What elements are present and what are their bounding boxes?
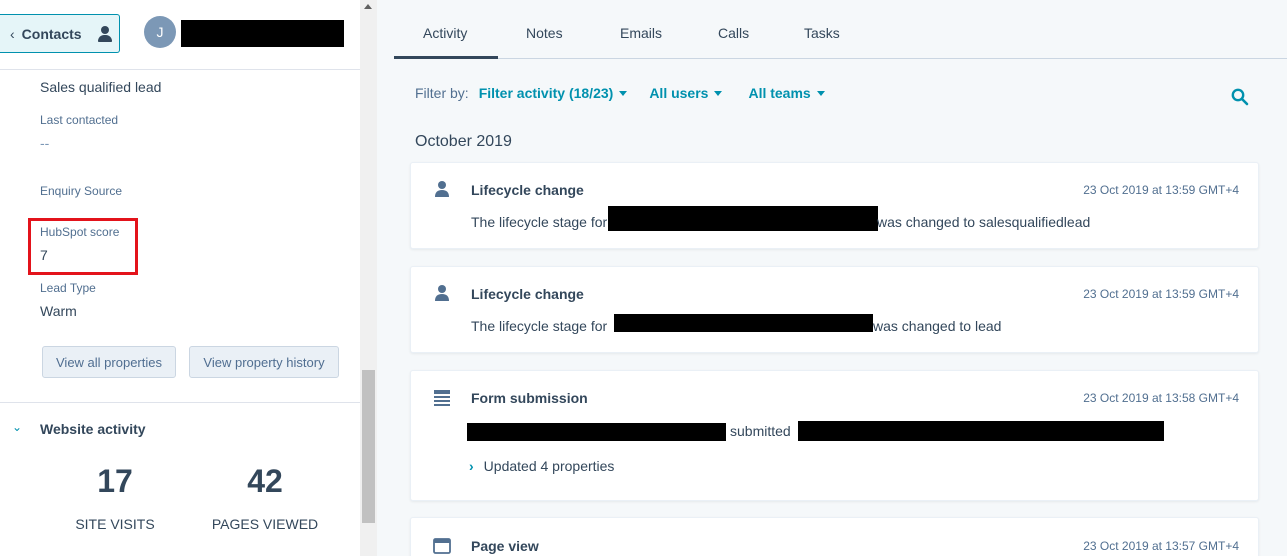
card-title: Page view [471, 538, 539, 554]
caret-down-icon [816, 90, 825, 96]
all-users-dropdown[interactable]: All users [649, 85, 723, 101]
pages-viewed-value: 42 [247, 463, 283, 499]
card-title: Lifecycle change [471, 182, 584, 198]
card-timestamp: 23 Oct 2019 at 13:59 GMT+4 [1083, 287, 1239, 301]
all-teams-label: All teams [748, 85, 811, 101]
redacted-contact-name [608, 206, 878, 231]
person-icon [435, 181, 449, 197]
hubspot-score-label: HubSpot score [40, 225, 120, 239]
tab-tasks[interactable]: Tasks [804, 25, 840, 41]
last-contacted-label: Last contacted [40, 113, 119, 127]
tab-notes[interactable]: Notes [526, 25, 563, 41]
view-property-history-button[interactable]: View property history [189, 346, 339, 378]
caret-down-icon [619, 90, 628, 96]
website-activity-title[interactable]: Website activity [40, 421, 146, 437]
activity-card-lifecycle-2[interactable]: Lifecycle change 23 Oct 2019 at 13:59 GM… [410, 266, 1259, 353]
tab-activity[interactable]: Activity [423, 25, 467, 41]
card-body-prefix: The lifecycle stage for [471, 214, 608, 230]
lead-type-label: Lead Type [40, 281, 96, 295]
card-body: The lifecycle stage for [471, 214, 607, 230]
chevron-right-icon: › [469, 458, 474, 474]
scroll-up-arrow-icon[interactable] [364, 4, 372, 9]
card-body: The lifecycle stage for [471, 318, 607, 334]
all-teams-dropdown[interactable]: All teams [748, 85, 825, 101]
back-to-contacts-button[interactable]: ‹ Contacts [0, 14, 120, 53]
redacted-contact-name [614, 314, 873, 332]
redacted-contact-name [467, 423, 726, 441]
card-body-prefix: The lifecycle stage for [471, 318, 608, 334]
contact-sidebar: ‹ Contacts J Sales qualified lead Last c… [0, 0, 360, 556]
tab-emails[interactable]: Emails [620, 25, 662, 41]
sidebar-header: ‹ Contacts J [0, 0, 360, 70]
site-visits-value: 17 [97, 463, 133, 499]
card-timestamp: 23 Oct 2019 at 13:59 GMT+4 [1083, 183, 1239, 197]
form-icon [434, 390, 450, 406]
contact-record-page: ‹ Contacts J Sales qualified lead Last c… [0, 0, 1287, 556]
card-title: Form submission [471, 390, 588, 406]
search-icon[interactable] [1231, 88, 1249, 106]
filter-activity-label: Filter activity (18/23) [478, 85, 614, 101]
pages-viewed-label: PAGES VIEWED [211, 516, 319, 532]
card-body-middle: submitted [730, 423, 791, 439]
caret-down-icon [714, 90, 723, 96]
filter-row: Filter by: Filter activity (18/23) All u… [415, 85, 825, 101]
month-heading: October 2019 [415, 133, 512, 150]
site-visits-label: SITE VISITS [75, 516, 155, 532]
enquiry-source-label: Enquiry Source [40, 184, 123, 198]
card-body-suffix: was changed to lead [873, 318, 1002, 334]
section-divider [0, 402, 360, 403]
hubspot-score-value: 7 [40, 247, 48, 263]
back-button-label: Contacts [21, 25, 82, 42]
card-body-suffix: was changed to salesqualifiedlead [877, 214, 1091, 230]
active-tab-indicator [394, 56, 498, 59]
browser-icon [433, 538, 451, 554]
chevron-left-icon: ‹ [10, 25, 15, 42]
scrollbar-thumb[interactable] [362, 370, 375, 523]
avatar[interactable]: J [144, 16, 176, 48]
last-contacted-value: -- [40, 135, 50, 151]
expander-label: Updated 4 properties [483, 458, 615, 474]
view-all-properties-button[interactable]: View all properties [42, 346, 176, 378]
filter-label: Filter by: [415, 85, 469, 101]
lifecycle-stage-value: Sales qualified lead [40, 79, 162, 95]
tab-calls[interactable]: Calls [718, 25, 749, 41]
card-timestamp: 23 Oct 2019 at 13:58 GMT+4 [1083, 391, 1239, 405]
redacted-contact-name [181, 20, 344, 47]
activity-panel: Activity Notes Emails Calls Tasks Filter… [377, 0, 1287, 556]
person-icon [97, 25, 112, 42]
redacted-form-name [798, 421, 1164, 441]
card-timestamp: 23 Oct 2019 at 13:57 GMT+4 [1083, 539, 1239, 553]
filter-activity-dropdown[interactable]: Filter activity (18/23) [479, 85, 628, 101]
person-icon [435, 285, 449, 301]
card-title: Lifecycle change [471, 286, 584, 302]
activity-card-lifecycle-1[interactable]: Lifecycle change 23 Oct 2019 at 13:59 GM… [410, 162, 1259, 249]
chevron-down-icon[interactable]: ⌄ [12, 420, 22, 434]
activity-card-page-view[interactable]: Page view 23 Oct 2019 at 13:57 GMT+4 [410, 517, 1259, 556]
all-users-label: All users [649, 85, 709, 101]
activity-card-form-submission[interactable]: Form submission 23 Oct 2019 at 13:58 GMT… [410, 370, 1259, 501]
updated-properties-expander[interactable]: › Updated 4 properties [469, 458, 614, 474]
lead-type-value: Warm [40, 303, 77, 319]
